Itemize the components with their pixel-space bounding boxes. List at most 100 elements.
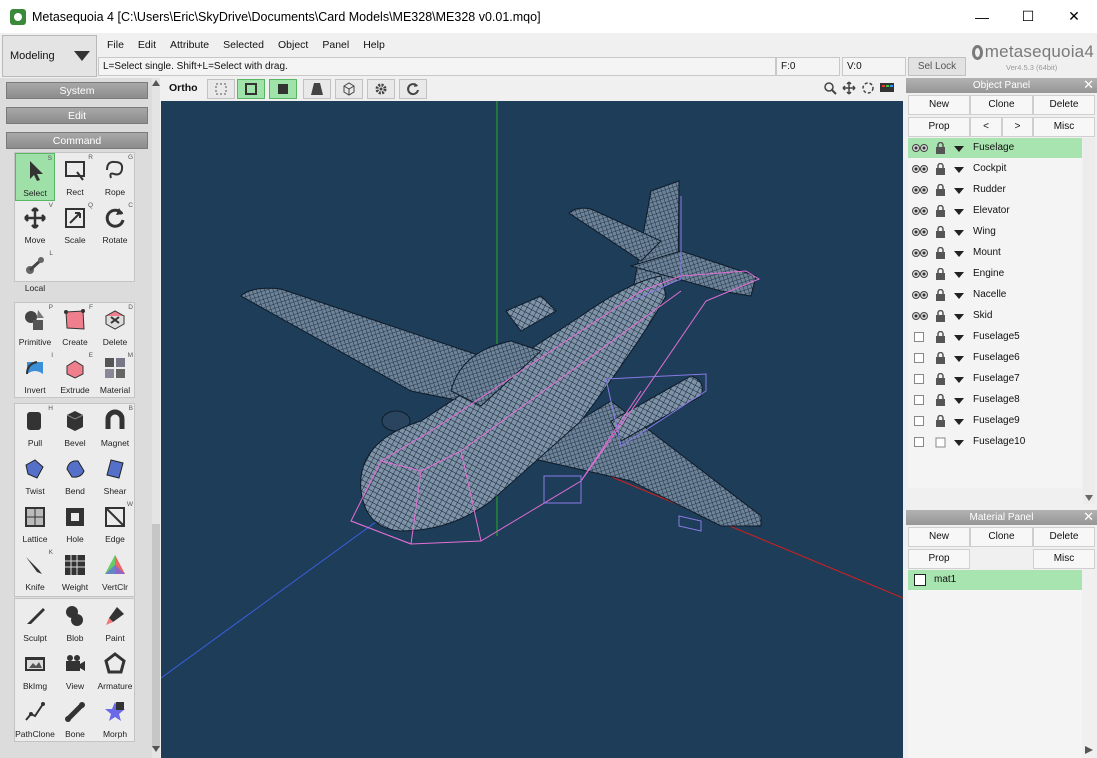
object-row[interactable]: Rudder (908, 180, 1082, 200)
tool-bend[interactable]: Bend (55, 452, 95, 500)
object-row[interactable]: Engine (908, 264, 1082, 284)
minimize-button[interactable]: — (959, 0, 1005, 33)
tool-edge[interactable]: Edge W (95, 500, 135, 548)
lock-icon[interactable] (935, 163, 946, 175)
expand-triangle-icon[interactable] (954, 230, 964, 236)
hidden-checkbox[interactable] (914, 395, 924, 405)
lock-icon[interactable] (935, 352, 946, 364)
tool-scale[interactable]: Scale Q (55, 201, 95, 249)
unlocked-box-icon[interactable] (935, 436, 946, 448)
expand-triangle-icon[interactable] (954, 167, 964, 173)
tool-move[interactable]: Move V (15, 201, 55, 249)
lock-icon[interactable] (935, 142, 946, 154)
lock-icon[interactable] (935, 289, 946, 301)
select-vertex-toggle[interactable] (207, 79, 235, 99)
hidden-checkbox[interactable] (914, 353, 924, 363)
object-list-scrollbar[interactable] (1083, 138, 1095, 504)
tool-pull[interactable]: Pull H (15, 404, 55, 452)
close-icon[interactable]: ✕ (1083, 77, 1094, 92)
command-section-button[interactable]: Command (6, 132, 148, 149)
object-row[interactable]: Cockpit (908, 159, 1082, 179)
eye-icon[interactable] (912, 185, 928, 195)
tool-rotate[interactable]: Rotate C (95, 201, 135, 249)
hidden-checkbox[interactable] (914, 416, 924, 426)
expand-triangle-icon[interactable] (954, 398, 964, 404)
tool-primitive[interactable]: Primitive P (15, 303, 55, 351)
tool-pathclone[interactable]: PathClone (15, 695, 55, 743)
tool-bevel[interactable]: Bevel (55, 404, 95, 452)
tool-knife[interactable]: Knife K (15, 548, 55, 596)
expand-triangle-icon[interactable] (954, 314, 964, 320)
expand-triangle-icon[interactable] (954, 146, 964, 152)
scroll-thumb[interactable] (152, 524, 160, 748)
tool-magnet[interactable]: Magnet B (95, 404, 135, 452)
menu-panel[interactable]: Panel (315, 36, 356, 54)
lock-icon[interactable] (935, 247, 946, 259)
lock-icon[interactable] (935, 415, 946, 427)
sel-lock-button[interactable]: Sel Lock (908, 57, 966, 76)
eye-icon[interactable] (912, 248, 928, 258)
select-edge-toggle[interactable] (237, 79, 265, 99)
tool-rope[interactable]: Rope G (95, 153, 135, 201)
tool-rect[interactable]: Rect R (55, 153, 95, 201)
expand-triangle-icon[interactable] (954, 272, 964, 278)
tool-bkimg[interactable]: BkImg (15, 647, 55, 695)
expand-triangle-icon[interactable] (954, 335, 964, 341)
expand-triangle-icon[interactable] (954, 440, 964, 446)
hidden-checkbox[interactable] (914, 332, 924, 342)
projection-label[interactable]: Ortho (169, 82, 198, 94)
close-button[interactable]: ✕ (1051, 0, 1097, 33)
tool-sculpt[interactable]: Sculpt (15, 599, 55, 647)
lock-icon[interactable] (935, 310, 946, 322)
expand-triangle-icon[interactable] (954, 209, 964, 215)
mode-dropdown[interactable]: Modeling (2, 35, 97, 77)
screen-layout-icon[interactable] (879, 80, 895, 96)
lock-icon[interactable] (935, 373, 946, 385)
object-row[interactable]: Skid (908, 306, 1082, 326)
menu-help[interactable]: Help (356, 36, 392, 54)
eye-icon[interactable] (912, 269, 928, 279)
object-delete-button[interactable]: Delete (1033, 95, 1095, 115)
tool-extrude[interactable]: Extrude E (55, 351, 95, 399)
tool-armature[interactable]: Armature (95, 647, 135, 695)
eye-icon[interactable] (912, 143, 928, 153)
object-row[interactable]: Mount (908, 243, 1082, 263)
hidden-checkbox[interactable] (914, 374, 924, 384)
system-section-button[interactable]: System (6, 82, 148, 99)
perspective-toggle[interactable] (303, 79, 331, 99)
expand-triangle-icon[interactable] (954, 356, 964, 362)
menu-object[interactable]: Object (271, 36, 315, 54)
close-icon[interactable]: ✕ (1083, 509, 1094, 524)
object-row[interactable]: Fuselage10 (908, 432, 1082, 452)
expand-triangle-icon[interactable] (954, 188, 964, 194)
edit-section-button[interactable]: Edit (6, 107, 148, 124)
settings-button[interactable] (367, 79, 395, 99)
object-row[interactable]: Nacelle (908, 285, 1082, 305)
menu-edit[interactable]: Edit (131, 36, 163, 54)
expand-triangle-icon[interactable] (954, 293, 964, 299)
tool-view[interactable]: View (55, 647, 95, 695)
maximize-button[interactable]: ☐ (1005, 0, 1051, 33)
zoom-icon[interactable] (822, 80, 838, 96)
object-next-button[interactable]: > (1002, 117, 1033, 137)
tool-bone[interactable]: Bone (55, 695, 95, 743)
tool-weight[interactable]: Weight (55, 548, 95, 596)
object-row[interactable]: Fuselage9 (908, 411, 1082, 431)
lock-icon[interactable] (935, 184, 946, 196)
lock-icon[interactable] (935, 226, 946, 238)
tool-vertclr[interactable]: VertClr (95, 548, 135, 596)
tool-local[interactable]: Local L (15, 249, 55, 297)
material-misc-button[interactable]: Misc (1033, 549, 1095, 569)
lock-icon[interactable] (935, 331, 946, 343)
tool-delete[interactable]: Delete D (95, 303, 135, 351)
eye-icon[interactable] (912, 290, 928, 300)
tool-create[interactable]: Create F (55, 303, 95, 351)
object-row[interactable]: Wing (908, 222, 1082, 242)
object-row[interactable]: Fuselage8 (908, 390, 1082, 410)
expand-triangle-icon[interactable] (954, 251, 964, 257)
material-color-swatch[interactable] (914, 574, 926, 586)
pan-icon[interactable] (841, 80, 857, 96)
select-face-toggle[interactable] (269, 79, 297, 99)
object-row[interactable]: Elevator (908, 201, 1082, 221)
tool-paint[interactable]: Paint (95, 599, 135, 647)
